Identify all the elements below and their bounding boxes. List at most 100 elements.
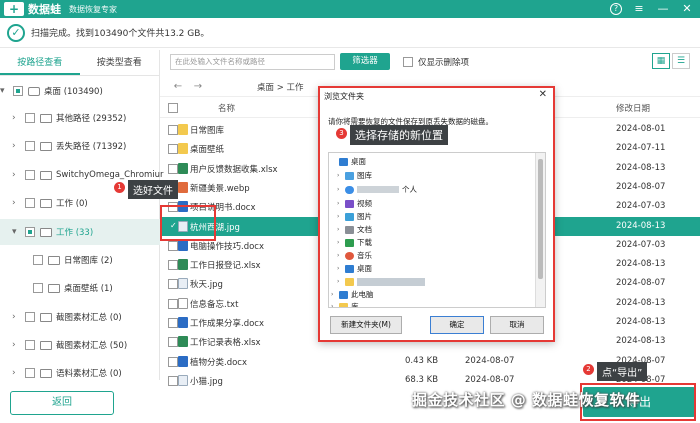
- list-view-icon[interactable]: ☰: [672, 53, 690, 69]
- tree-node-label: 桌面壁纸 (1): [64, 284, 113, 294]
- chevron-right-icon[interactable]: ›: [337, 186, 345, 193]
- row-checkbox[interactable]: [168, 279, 178, 290]
- dialog-scrollbar[interactable]: [535, 153, 545, 307]
- chevron-right-icon[interactable]: ›: [12, 312, 22, 322]
- chevron-right-icon[interactable]: ›: [337, 265, 345, 272]
- chevron-right-icon[interactable]: ›: [337, 278, 345, 285]
- tree-node[interactable]: › 其他路径 (29352): [12, 105, 126, 131]
- chevron-down-icon[interactable]: ▾: [0, 86, 10, 96]
- chevron-right-icon[interactable]: ›: [331, 291, 339, 298]
- tree-node[interactable]: › 丢失路径 (71392): [12, 133, 126, 159]
- dialog-node[interactable]: 桌面: [331, 155, 366, 168]
- only-deleted-checkbox[interactable]: [403, 57, 413, 67]
- row-checkbox[interactable]: [168, 318, 178, 328]
- chevron-right-icon[interactable]: ›: [337, 252, 345, 259]
- row-checkbox[interactable]: [168, 125, 178, 135]
- dialog-node[interactable]: › 文档: [337, 223, 372, 236]
- row-checkbox[interactable]: [168, 375, 178, 386]
- chevron-right-icon[interactable]: ›: [337, 200, 345, 207]
- tree-node[interactable]: ▾ 桌面 (103490): [0, 78, 103, 104]
- chevron-right-icon[interactable]: ›: [12, 198, 22, 208]
- dialog-node-label: 此电脑: [351, 290, 374, 299]
- tree-node[interactable]: › 语料素材汇总 (0): [12, 360, 122, 386]
- dialog-node-label: 图片: [357, 212, 372, 221]
- folder-icon: [40, 340, 52, 350]
- chevron-right-icon[interactable]: ›: [337, 172, 345, 179]
- tree-checkbox[interactable]: [25, 170, 35, 180]
- row-checkbox[interactable]: [168, 356, 178, 367]
- tree-checkbox[interactable]: [25, 227, 35, 237]
- chevron-down-icon[interactable]: ▾: [12, 227, 22, 237]
- tree-checkbox[interactable]: [25, 198, 35, 208]
- back-button[interactable]: 返回: [10, 391, 114, 415]
- tab-by-path[interactable]: 按路径查看: [0, 50, 80, 75]
- dialog-node[interactable]: › 个人: [337, 183, 417, 196]
- row-checkbox[interactable]: [168, 298, 178, 309]
- dialog-node[interactable]: › 下载: [337, 236, 372, 249]
- row-checkbox[interactable]: [168, 260, 178, 271]
- select-all-checkbox[interactable]: [168, 103, 178, 113]
- tree-node[interactable]: 日常图库 (2): [30, 247, 113, 273]
- new-folder-button[interactable]: 新建文件夹(M): [330, 316, 402, 334]
- chevron-right-icon[interactable]: ›: [12, 340, 22, 350]
- dialog-node-label: 下载: [357, 238, 372, 247]
- forward-arrow-icon[interactable]: →: [188, 81, 208, 92]
- annotation-callout-export: 点“导出”: [597, 362, 648, 381]
- back-arrow-icon[interactable]: ←: [168, 81, 188, 92]
- col-modified-header[interactable]: 修改日期: [616, 102, 650, 114]
- chevron-right-icon[interactable]: ›: [331, 303, 339, 307]
- tab-by-type[interactable]: 按类型查看: [80, 50, 160, 75]
- app-brand: 数据蛙: [28, 3, 61, 16]
- dialog-node[interactable]: ›: [337, 275, 425, 288]
- dialog-close-icon[interactable]: ✕: [539, 89, 547, 100]
- filter-button[interactable]: 筛选器: [340, 53, 390, 70]
- row-checkbox[interactable]: [168, 163, 178, 174]
- only-deleted-toggle[interactable]: 仅显示删除项: [403, 56, 469, 68]
- row-checkbox[interactable]: [168, 337, 178, 348]
- file-name: 新疆美景.webp: [190, 183, 250, 194]
- breadcrumb: 桌面 > 工作: [257, 83, 304, 93]
- tree-checkbox[interactable]: [25, 141, 35, 151]
- dialog-node[interactable]: › 库: [331, 300, 359, 307]
- chevron-right-icon[interactable]: ›: [337, 226, 345, 233]
- tree-checkbox[interactable]: [13, 86, 23, 96]
- scrollbar-thumb[interactable]: [538, 159, 543, 279]
- chevron-right-icon[interactable]: ›: [337, 213, 345, 220]
- tree-node[interactable]: › 工作 (0): [12, 190, 88, 216]
- search-input[interactable]: 在此处输入文件名称或路径: [170, 54, 335, 70]
- tree-node[interactable]: 桌面壁纸 (1): [30, 275, 113, 301]
- tree-checkbox[interactable]: [25, 113, 35, 123]
- chevron-right-icon[interactable]: ›: [337, 239, 345, 246]
- dialog-node[interactable]: › 音乐: [337, 249, 372, 262]
- dialog-folder-tree[interactable]: 桌面 › 图库 › 个人 › 视频 › 图片 › 文档 › 下载 › 音乐 › …: [328, 152, 546, 308]
- tree-checkbox[interactable]: [25, 368, 35, 378]
- grid-view-icon[interactable]: ▦: [652, 53, 670, 69]
- library-icon: [339, 302, 348, 307]
- help-icon[interactable]: ?: [610, 3, 622, 15]
- cancel-button[interactable]: 取消: [490, 316, 544, 334]
- tree-checkbox[interactable]: [33, 255, 43, 265]
- row-checkbox[interactable]: [168, 240, 178, 251]
- main-toolbar: 筛选器 在此处输入文件名称或路径 仅显示删除项 ▦ ☰: [160, 50, 700, 74]
- row-checkbox[interactable]: [168, 144, 178, 155]
- chevron-right-icon[interactable]: ›: [12, 170, 22, 180]
- dialog-node[interactable]: › 图片: [337, 210, 372, 223]
- chevron-right-icon[interactable]: ›: [12, 141, 22, 151]
- minimize-icon[interactable]: —: [656, 2, 670, 15]
- menu-icon[interactable]: ≡: [632, 2, 646, 15]
- dialog-node[interactable]: › 图库: [337, 169, 372, 182]
- chevron-right-icon[interactable]: ›: [12, 113, 22, 123]
- dialog-node[interactable]: › 视频: [337, 197, 372, 210]
- col-name-header[interactable]: 名称: [218, 102, 235, 114]
- tree-checkbox[interactable]: [25, 312, 35, 322]
- tree-node-selected[interactable]: ▾ 工作 (33): [0, 219, 160, 245]
- tree-checkbox[interactable]: [33, 283, 43, 293]
- tree-checkbox[interactable]: [25, 340, 35, 350]
- ok-button[interactable]: 确定: [430, 316, 484, 334]
- dialog-node[interactable]: › 桌面: [337, 262, 372, 275]
- chevron-right-icon[interactable]: ›: [12, 368, 22, 378]
- tree-node[interactable]: › 截图素材汇总 (0): [12, 304, 122, 330]
- close-icon[interactable]: ✕: [680, 2, 694, 15]
- folder-file-icon: [178, 124, 188, 135]
- tree-node[interactable]: › 截图素材汇总 (50): [12, 332, 127, 358]
